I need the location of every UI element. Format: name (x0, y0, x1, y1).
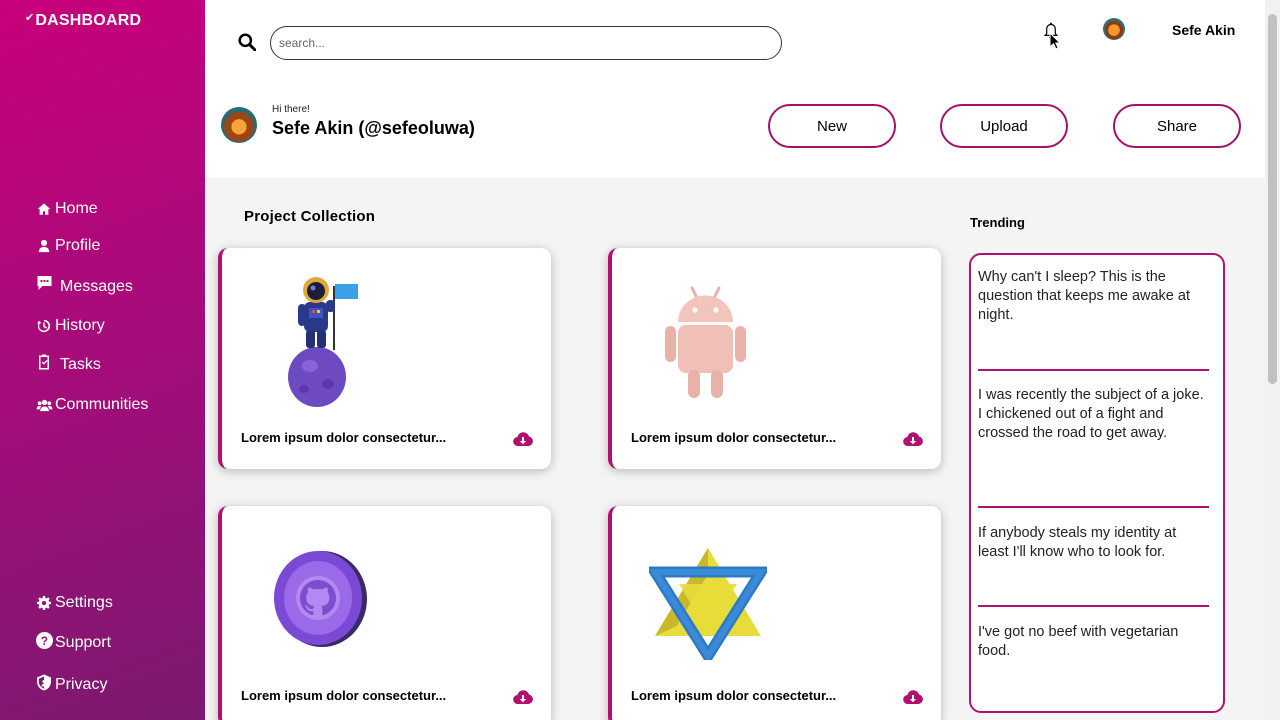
card-caption: Lorem ipsum dolor consectetur... (631, 688, 837, 703)
clipboard-check-icon (35, 352, 53, 370)
section-title: Project Collection (244, 208, 376, 225)
profile-avatar (221, 107, 257, 143)
user-icon (35, 237, 53, 255)
project-card[interactable]: Lorem ipsum dolor consectetur... (218, 248, 551, 469)
star-of-david-image (649, 548, 767, 660)
project-card[interactable]: Lorem ipsum dolor consectetur... (608, 506, 941, 720)
sidebar-item-settings[interactable]: Settings (35, 594, 113, 612)
history-icon (35, 317, 53, 335)
trending-title: Trending (970, 215, 1025, 230)
sidebar-item-label: Support (55, 634, 112, 651)
scrollbar[interactable] (1265, 0, 1280, 720)
sidebar-item-messages[interactable]: Messages (35, 276, 133, 296)
avatar[interactable] (1103, 18, 1125, 40)
users-icon (35, 396, 53, 414)
scrollbar-thumb[interactable] (1268, 14, 1277, 384)
divider (978, 506, 1209, 508)
divider (978, 605, 1209, 607)
sidebar-item-communities[interactable]: Communities (35, 396, 148, 414)
cloud-download-icon[interactable] (513, 431, 533, 447)
brand-label: DASHBOARD (35, 12, 142, 29)
sidebar-item-label: Settings (55, 594, 113, 611)
project-card[interactable]: Lorem ipsum dolor consectetur... (608, 248, 941, 469)
sidebar-item-privacy[interactable]: Privacy (35, 673, 108, 694)
sidebar-item-label: Communities (55, 396, 149, 413)
sidebar-item-label: Profile (55, 237, 101, 254)
trending-item[interactable]: If anybody steals my identity at least I… (978, 524, 1210, 562)
trending-item[interactable]: Why can't I sleep? This is the question … (978, 268, 1210, 325)
upload-button[interactable]: Upload (940, 104, 1068, 148)
shield-icon (35, 673, 53, 691)
cloud-download-icon[interactable] (903, 689, 923, 705)
new-button[interactable]: New (768, 104, 896, 148)
cloud-download-icon[interactable] (903, 431, 923, 447)
header: Sefe Akin Hi there! Sefe Akin (@sefeoluw… (205, 0, 1265, 178)
astronaut-image (288, 277, 358, 407)
divider (978, 369, 1209, 371)
profile-name: Sefe Akin (@sefeoluwa) (272, 118, 475, 138)
trending-item[interactable]: I've got no beef with vegetarian food. (978, 623, 1210, 661)
sidebar-item-tasks[interactable]: Tasks (35, 354, 101, 374)
sidebar-item-history[interactable]: History (35, 317, 105, 335)
sidebar-item-label: Messages (60, 278, 133, 295)
github-coin-image (274, 551, 367, 647)
card-caption: Lorem ipsum dolor consectetur... (241, 688, 447, 703)
message-icon (35, 274, 53, 292)
card-caption: Lorem ipsum dolor consectetur... (631, 430, 837, 445)
share-button[interactable]: Share (1113, 104, 1241, 148)
search-input[interactable] (270, 26, 782, 60)
android-robot-image (665, 286, 746, 398)
home-icon (35, 200, 53, 218)
search-icon[interactable] (238, 33, 256, 51)
sidebar-item-label: History (55, 317, 105, 334)
card-caption: Lorem ipsum dolor consectetur... (241, 430, 447, 445)
sidebar-item-home[interactable]: Home (35, 200, 98, 218)
trending-panel: Why can't I sleep? This is the question … (969, 253, 1225, 713)
sidebar-item-label: Tasks (60, 356, 101, 373)
cloud-download-icon[interactable] (513, 689, 533, 705)
sidebar-item-label: Privacy (55, 676, 108, 693)
sidebar: ✔ DASHBOARD Home Profile Messages Histor… (0, 0, 205, 720)
sidebar-item-profile[interactable]: Profile (35, 237, 100, 255)
gear-icon (35, 594, 53, 612)
project-card[interactable]: Lorem ipsum dolor consectetur... (218, 506, 551, 720)
trending-item[interactable]: I was recently the subject of a joke. I … (978, 386, 1210, 443)
check-icon: ✔ (25, 12, 35, 24)
greeting: Hi there! (272, 104, 310, 115)
mouse-cursor-icon (1049, 32, 1062, 50)
sidebar-item-support[interactable]: ? Support (35, 631, 112, 652)
sidebar-item-label: Home (55, 200, 98, 217)
question-circle-icon: ? (35, 631, 53, 649)
main-area: Sefe Akin Hi there! Sefe Akin (@sefeoluw… (205, 0, 1265, 720)
brand-logo[interactable]: ✔ DASHBOARD (25, 12, 141, 30)
header-username[interactable]: Sefe Akin (1172, 22, 1235, 38)
svg-text:?: ? (40, 634, 47, 647)
